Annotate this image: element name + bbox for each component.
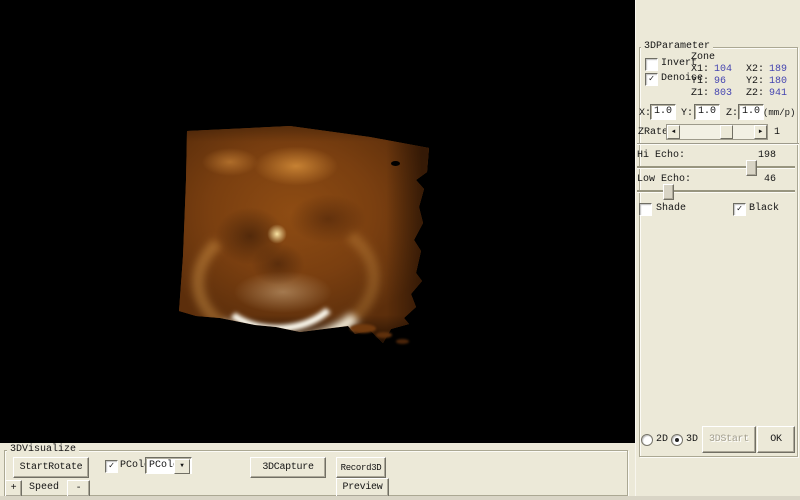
scale-z-input[interactable]: 1.0 (738, 104, 764, 120)
scale-x-input[interactable]: 1.0 (650, 104, 676, 120)
visualize-panel-title: 3DVisualize (7, 444, 79, 455)
render-fragment (376, 332, 392, 338)
low-echo-slider-track[interactable] (637, 190, 795, 192)
low-echo-slider-thumb[interactable] (663, 184, 674, 200)
invert-checkbox[interactable] (645, 58, 658, 71)
zone-x2-value: 189 (769, 64, 787, 75)
black-checkbox-label: Black (749, 203, 779, 214)
start-rotate-button[interactable]: StartRotate (13, 457, 89, 478)
mode-2d-radio[interactable] (641, 434, 653, 446)
window-bottom-edge (0, 496, 800, 500)
speed-plus-button[interactable]: + (5, 480, 22, 497)
zone-z1-value: 803 (714, 88, 732, 99)
zrate-scrollbar-thumb[interactable] (720, 125, 733, 139)
ultrasound-volume-render (178, 124, 432, 346)
zone-z2-label: Z2: (746, 88, 764, 99)
scale-unit-label: (mm/p) (763, 108, 795, 119)
zrate-value: 1 (774, 127, 780, 138)
zone-z2-value: 941 (769, 88, 787, 99)
mode-3d-radio[interactable] (671, 434, 683, 446)
shade-checkbox[interactable] (639, 203, 652, 216)
speed-minus-button[interactable]: - (67, 480, 90, 497)
scroll-left-icon[interactable]: ◄ (667, 125, 680, 139)
check-icon: ✓ (109, 462, 114, 471)
scale-z-label: Z: (726, 108, 738, 119)
low-echo-value: 46 (756, 174, 776, 185)
parameter-panel-title: 3DParameter (641, 41, 713, 52)
hi-echo-label: Hi Echo: (637, 150, 685, 161)
radio-dot-icon (675, 438, 679, 442)
scroll-right-icon[interactable]: ► (754, 125, 767, 139)
zone-x2-label: X2: (746, 64, 764, 75)
zone-z1-label: Z1: (691, 88, 709, 99)
pcolor-dropdown[interactable]: PColor ▼ (145, 457, 192, 474)
parameter-panel (635, 0, 800, 500)
speed-label: Speed (29, 482, 59, 493)
render-viewport[interactable] (0, 0, 635, 443)
pcolor-checkbox[interactable]: ✓ (105, 460, 118, 473)
app-window: 3DParameter Invert ✓ Denoise Zone X1: 10… (0, 0, 800, 500)
hi-echo-slider-track[interactable] (637, 166, 795, 168)
scale-y-input[interactable]: 1.0 (694, 104, 720, 120)
black-checkbox[interactable]: ✓ (733, 203, 746, 216)
parameter-separator (637, 143, 799, 145)
shade-checkbox-label: Shade (656, 203, 686, 214)
denoise-checkbox[interactable]: ✓ (645, 73, 658, 86)
zone-y1-label: Y1: (691, 76, 709, 87)
render-fragment (350, 324, 376, 333)
record-3d-button[interactable]: Record3D (336, 457, 386, 478)
zone-y2-label: Y2: (746, 76, 764, 87)
check-icon: ✓ (649, 75, 654, 84)
ok-button[interactable]: OK (757, 426, 795, 453)
zone-x1-value: 104 (714, 64, 732, 75)
zone-x1-label: X1: (691, 64, 709, 75)
mode-3d-label: 3D (686, 434, 698, 445)
preview-button[interactable]: Preview (336, 478, 389, 497)
check-icon: ✓ (737, 205, 742, 214)
zrate-label: ZRate (638, 127, 668, 138)
zrate-scrollbar[interactable]: ◄ ► (666, 124, 768, 140)
render-fragment (396, 339, 409, 344)
zone-y1-value: 96 (714, 76, 726, 87)
capture-3d-button[interactable]: 3DCapture (250, 457, 326, 478)
render-speck (391, 161, 400, 166)
chevron-down-icon[interactable]: ▼ (174, 459, 190, 474)
zone-y2-value: 180 (769, 76, 787, 87)
start-3d-button[interactable]: 3DStart (702, 426, 756, 453)
zone-title: Zone (691, 52, 715, 63)
mode-2d-label: 2D (656, 434, 668, 445)
scale-y-label: Y: (681, 108, 693, 119)
